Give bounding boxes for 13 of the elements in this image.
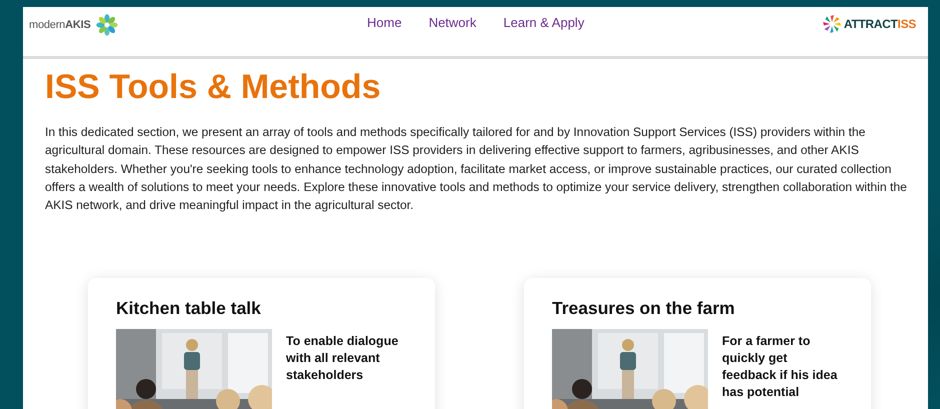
card-description: To enable dialogue with all relevant stakeholders: [286, 333, 400, 384]
card-title: Kitchen table talk: [116, 298, 262, 320]
nav-link[interactable]: Network: [428, 15, 476, 30]
page-title: ISS Tools & Methods: [45, 67, 382, 107]
logo-text: ATTRACTISS: [844, 17, 916, 31]
card-description: For a farmer to quickly get feedback if his idea has potential: [722, 333, 838, 402]
nav-link[interactable]: Home: [367, 15, 402, 30]
logo-text: modernAKIS: [29, 19, 91, 31]
intro-paragraph: In this dedicated section, we present an array of tools and methods specifically tailored for and by Innovation Support Services (ISS) providers within the agricultural domain. These resources are designed to empower ISS providers in delivering effective support to farmers, agribusinesses, and other AKIS stakeholders. Whether you're seeking tools to enhance technology adoption, facilitate market access, or improve sustainable practices, our curated collection offers a wealth of solutions to meet your needs. Explore these innovative tools and methods to optimize your service delivery, strengthen collaboration within the AKIS network, and drive meaningful impact in the agricultural sector.: [45, 124, 908, 214]
nav-link[interactable]: Learn & Apply: [503, 15, 584, 30]
card-title: Treasures on the farm: [552, 298, 736, 320]
tool-card[interactable]: Kitchen table talk To enable dialogue with all relevant stakeholders: [88, 278, 435, 409]
tool-card[interactable]: Treasures on the farm For a farmer to quickly get feedback if his idea has potential: [524, 278, 871, 409]
